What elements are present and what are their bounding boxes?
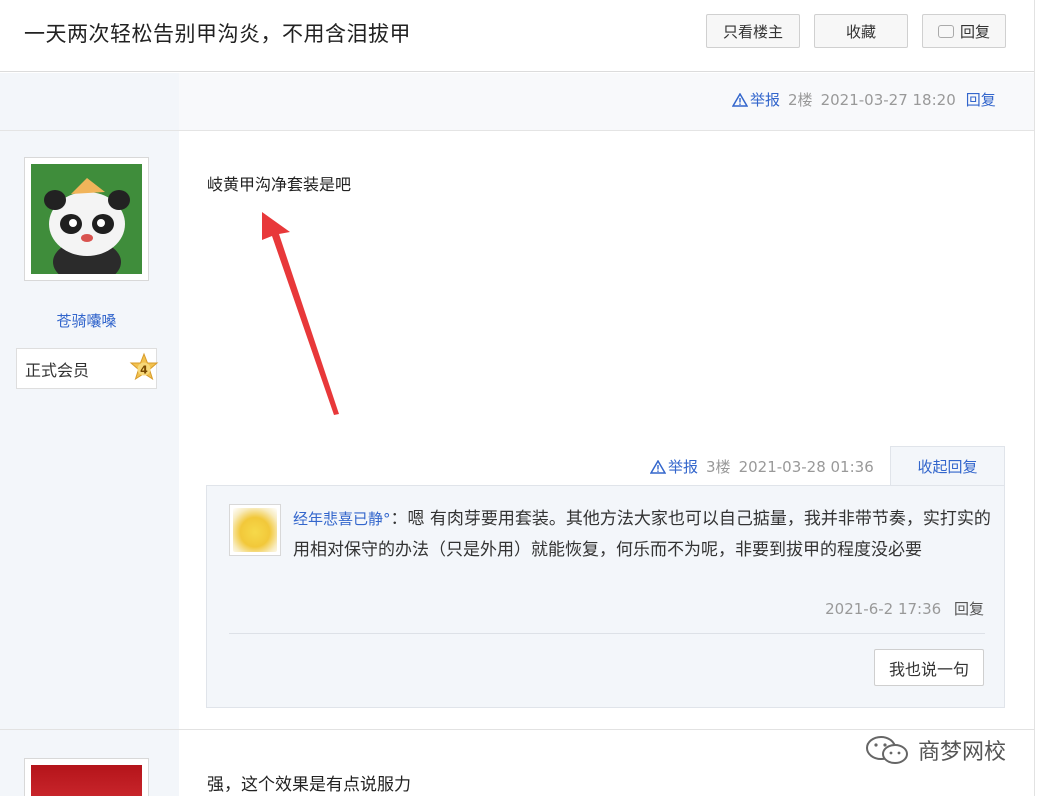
comment-bubble-icon bbox=[937, 24, 954, 38]
watermark-text: 商梦网校 bbox=[918, 740, 1007, 765]
post-meta-floor2: 举报 2楼 2021-03-27 18:20 回复 bbox=[732, 89, 996, 110]
reply-time: 2021-6-2 17:36 bbox=[825, 600, 942, 618]
page-edge bbox=[1034, 0, 1046, 796]
post-username[interactable]: 苍骑囔嗓 bbox=[24, 310, 149, 331]
warning-icon bbox=[650, 459, 666, 474]
reply-box: 经年悲喜已静°：嗯 有肉芽要用套装。其他方法大家也可以自己掂量，我并非带节奏，实… bbox=[206, 485, 1005, 708]
reply-button[interactable]: 回复 bbox=[922, 14, 1006, 48]
warning-icon bbox=[732, 92, 748, 107]
thread-header: 一天两次轻松告别甲沟炎，不用含泪拔甲 只看楼主 收藏 回复 bbox=[0, 0, 1034, 72]
report-link[interactable]: 举报 bbox=[732, 89, 780, 110]
member-badge: 正式会员 4 bbox=[16, 348, 159, 389]
reply-text: ：嗯 有肉芽要用套装。其他方法大家也可以自己掂量，我并非带节奏，实打实的用相对保… bbox=[293, 509, 991, 560]
reply-link[interactable]: 回复 bbox=[966, 89, 996, 110]
divider bbox=[0, 729, 1034, 730]
forum-page: 一天两次轻松告别甲沟炎，不用含泪拔甲 只看楼主 收藏 回复 举报 2楼 2021… bbox=[0, 0, 1046, 796]
collapse-replies-tab[interactable]: 收起回复 bbox=[890, 446, 1005, 486]
only-op-button[interactable]: 只看楼主 bbox=[706, 14, 800, 48]
wechat-icon bbox=[866, 736, 908, 764]
reply-button-label: 回复 bbox=[959, 22, 990, 41]
thread-title: 一天两次轻松告别甲沟炎，不用含泪拔甲 bbox=[24, 22, 411, 46]
level-star-icon: 4 bbox=[129, 352, 159, 381]
watermark: 商梦网校 bbox=[864, 734, 1006, 766]
reply-username[interactable]: 经年悲喜已静° bbox=[293, 510, 391, 528]
divider bbox=[229, 633, 985, 634]
user-avatar[interactable] bbox=[24, 758, 149, 796]
report-link[interactable]: 举报 bbox=[650, 456, 698, 477]
post-content: 岐黄甲沟净套装是吧 bbox=[207, 175, 352, 194]
user-avatar[interactable] bbox=[24, 157, 149, 281]
report-label: 举报 bbox=[668, 458, 699, 476]
post-meta-floor3: 举报 3楼 2021-03-28 01:36 bbox=[650, 456, 874, 477]
post-time: 2021-03-27 18:20 bbox=[820, 90, 956, 109]
floor-number: 3楼 bbox=[706, 458, 731, 476]
report-label: 举报 bbox=[750, 91, 781, 109]
member-level-label: 正式会员 bbox=[25, 360, 90, 380]
favorite-button[interactable]: 收藏 bbox=[814, 14, 908, 48]
level-number: 4 bbox=[140, 364, 148, 377]
floor-number: 2楼 bbox=[788, 91, 813, 109]
reply-meta: 2021-6-2 17:36 回复 bbox=[825, 598, 984, 619]
panda-avatar-image bbox=[31, 164, 142, 274]
reply-avatar-image bbox=[233, 508, 277, 552]
post-time: 2021-03-28 01:36 bbox=[738, 457, 874, 476]
reply-user-avatar[interactable] bbox=[229, 504, 281, 556]
reply-content: 经年悲喜已静°：嗯 有肉芽要用套装。其他方法大家也可以自己掂量，我并非带节奏，实… bbox=[293, 504, 993, 566]
say-something-button[interactable]: 我也说一句 bbox=[874, 649, 984, 686]
reply-reply-link[interactable]: 回复 bbox=[954, 600, 984, 618]
red-avatar-image bbox=[31, 765, 142, 796]
divider bbox=[0, 130, 179, 131]
post-content: 强，这个效果是有点说服力 bbox=[207, 775, 411, 795]
